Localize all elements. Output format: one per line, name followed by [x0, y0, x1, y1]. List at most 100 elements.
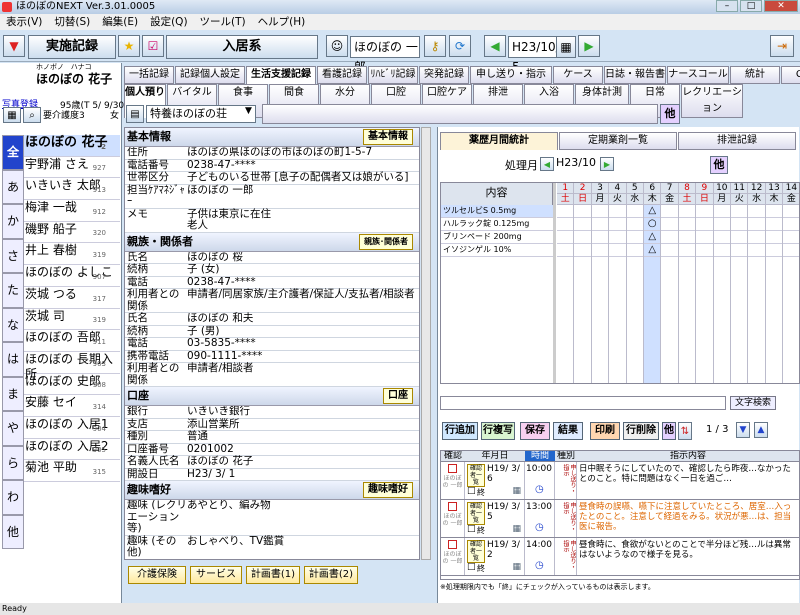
end-checkbox[interactable]: □ — [467, 486, 476, 496]
delete-row-button[interactable]: 行削除 — [623, 422, 659, 440]
med-cell[interactable] — [591, 231, 609, 244]
bank-button[interactable]: 口座 — [383, 388, 413, 404]
med-item[interactable]: ツルセルビS 0.5mg — [441, 205, 553, 218]
kana-tab-na[interactable]: な — [2, 307, 24, 342]
med-cell[interactable] — [696, 244, 713, 257]
refresh-icon[interactable]: ⟳ — [449, 35, 471, 57]
med-cell[interactable] — [748, 205, 765, 218]
page-down-icon[interactable]: ▼ — [736, 422, 750, 438]
tab-med-monthly[interactable]: 薬歴月間統計 — [440, 132, 558, 150]
instruction-text[interactable]: 昼食時に、食欲がないとのことで半分ほど残…ルは異常はないようなので様子を見る。 — [577, 538, 799, 575]
med-cell[interactable] — [678, 205, 696, 218]
tab-med-list[interactable]: 定期業剤一覧 — [559, 132, 677, 150]
list-item[interactable]: ほのぼの 入居1 904 — [24, 417, 120, 439]
med-cell[interactable] — [591, 244, 609, 257]
kana-tab-all[interactable]: 全 — [2, 135, 24, 170]
med-cell[interactable] — [591, 218, 609, 231]
med-cell[interactable] — [731, 205, 748, 218]
search-icon[interactable]: ⌕ — [23, 107, 41, 123]
med-cell[interactable] — [557, 244, 574, 257]
kana-tab-other[interactable]: 他 — [2, 514, 24, 549]
med-cell[interactable] — [609, 205, 626, 218]
med-cell[interactable] — [591, 205, 609, 218]
tab-journal[interactable]: 日誌・報告書 — [604, 66, 666, 84]
med-cell[interactable] — [748, 218, 765, 231]
med-cell[interactable] — [783, 205, 799, 218]
prev-month-icon[interactable]: ◀ — [540, 157, 554, 171]
med-cell[interactable] — [626, 231, 643, 244]
kana-tab-ta[interactable]: た — [2, 273, 24, 308]
confirmer-list-button[interactable]: 確認者一覧 — [467, 464, 485, 487]
med-cell[interactable] — [678, 244, 696, 257]
list-item[interactable]: 井上 春樹 319 — [24, 243, 120, 266]
plan1-button[interactable]: 計画書(1) — [246, 566, 300, 584]
med-cell[interactable] — [783, 231, 799, 244]
kana-tab-ka[interactable]: か — [2, 204, 24, 239]
table-row[interactable]: ほのぼの 一郎 確認者一覧 H19/ 3/ 2 □ 終 ▦ 14:00 ◷ 申し送り・指示 昼食時… — [441, 538, 799, 576]
menu-help[interactable]: ヘルプ(H) — [252, 14, 312, 30]
other-button[interactable]: 他 — [660, 104, 680, 124]
med-cell[interactable] — [557, 205, 574, 218]
menu-tools[interactable]: ツール(T) — [194, 14, 252, 30]
clock-icon[interactable]: ◷ — [535, 484, 544, 495]
med-cell[interactable] — [731, 218, 748, 231]
med-cell[interactable] — [574, 218, 591, 231]
chevron-down-icon[interactable]: ▼ — [245, 106, 252, 116]
list-item[interactable]: 宇野浦 さえ 927 — [24, 157, 120, 179]
instruction-text[interactable]: 日中眠そうにしていたので、確認したら昨夜…なかったとのこと。特に問題はなく一日を… — [577, 462, 799, 499]
med-cell[interactable] — [713, 231, 730, 244]
med-cell[interactable] — [557, 218, 574, 231]
med-cell[interactable] — [661, 205, 678, 218]
med-cell[interactable] — [731, 244, 748, 257]
list-item[interactable]: ほのぼの よしこ 907 — [24, 265, 120, 287]
table-row[interactable]: ほのぼの 一郎 確認者一覧 H19/ 3/ 6 □ 終 ▦ 10:00 ◷ 申し送り・指示 日中眠… — [441, 462, 799, 500]
service-button[interactable]: サービス — [190, 566, 242, 584]
close-icon[interactable]: ✕ — [764, 0, 798, 12]
med-item[interactable]: ハルラック錠 0.125mg — [441, 218, 553, 231]
med-cell[interactable] — [713, 244, 730, 257]
list-item[interactable]: ほのぼの 長期入所 903 — [24, 352, 120, 381]
users-icon[interactable]: ☺ — [326, 35, 348, 57]
tab-rehab[interactable]: ﾘﾊﾋﾞﾘ記録 — [368, 66, 418, 84]
tab-incident[interactable]: 突発記録 — [419, 66, 469, 84]
med-cell[interactable] — [783, 244, 799, 257]
checkbox-icon[interactable]: ☑ — [142, 35, 164, 57]
menu-switch[interactable]: 切替(S) — [48, 14, 96, 30]
list-item[interactable]: 梅津 一哉 912 — [24, 200, 120, 222]
menu-settings[interactable]: 設定(Q) — [144, 14, 193, 30]
tab-nursing[interactable]: 看護記録 — [317, 66, 367, 84]
confirmer-list-button[interactable]: 確認者一覧 — [467, 540, 485, 563]
key-icon[interactable]: ⚷ — [424, 35, 446, 57]
calendar-icon[interactable]: ▦ — [512, 562, 521, 572]
list-item[interactable]: 安藤 セイ 314 — [24, 395, 120, 417]
med-cell[interactable] — [678, 231, 696, 244]
med-cell[interactable] — [626, 218, 643, 231]
list-item[interactable]: 茨城 つる 317 — [24, 287, 120, 309]
confirm-checkbox[interactable] — [448, 464, 457, 473]
med-cell[interactable]: △ — [644, 205, 661, 218]
confirmer-list-button[interactable]: 確認者一覧 — [467, 502, 485, 525]
med-cell[interactable] — [713, 218, 730, 231]
confirm-checkbox[interactable] — [448, 502, 457, 511]
med-cell[interactable] — [748, 231, 765, 244]
action-other-button[interactable]: 他 — [662, 422, 676, 440]
list-item[interactable]: ほのぼの 入居2 905 — [24, 439, 120, 461]
minimize-icon[interactable]: – — [716, 0, 738, 12]
grid-view-icon[interactable]: ▦ — [3, 107, 21, 123]
facility-select[interactable]: 特養ほのぼの荘 — [146, 105, 256, 123]
med-cell[interactable] — [661, 218, 678, 231]
basic-info-button[interactable]: 基本情報 — [363, 129, 413, 145]
tab-nurse-call[interactable]: ナースコール — [667, 66, 729, 84]
text-search-input[interactable] — [440, 396, 726, 410]
calendar-icon[interactable]: ▦ — [556, 36, 576, 58]
user-name-field[interactable]: ほのぼの 一郎 — [350, 36, 420, 74]
result-button[interactable]: 結果 — [553, 422, 583, 440]
med-cell[interactable] — [765, 244, 783, 257]
med-cell[interactable] — [783, 218, 799, 231]
sort-icon[interactable]: ⇅ — [678, 422, 692, 440]
list-item[interactable]: ほのぼの 花子 2 — [24, 135, 120, 157]
family-button[interactable]: 親族･関係者 — [359, 233, 413, 250]
facility-icon[interactable]: ▤ — [126, 105, 144, 123]
kana-tab-ra[interactable]: ら — [2, 445, 24, 480]
kana-tab-ya[interactable]: や — [2, 411, 24, 446]
